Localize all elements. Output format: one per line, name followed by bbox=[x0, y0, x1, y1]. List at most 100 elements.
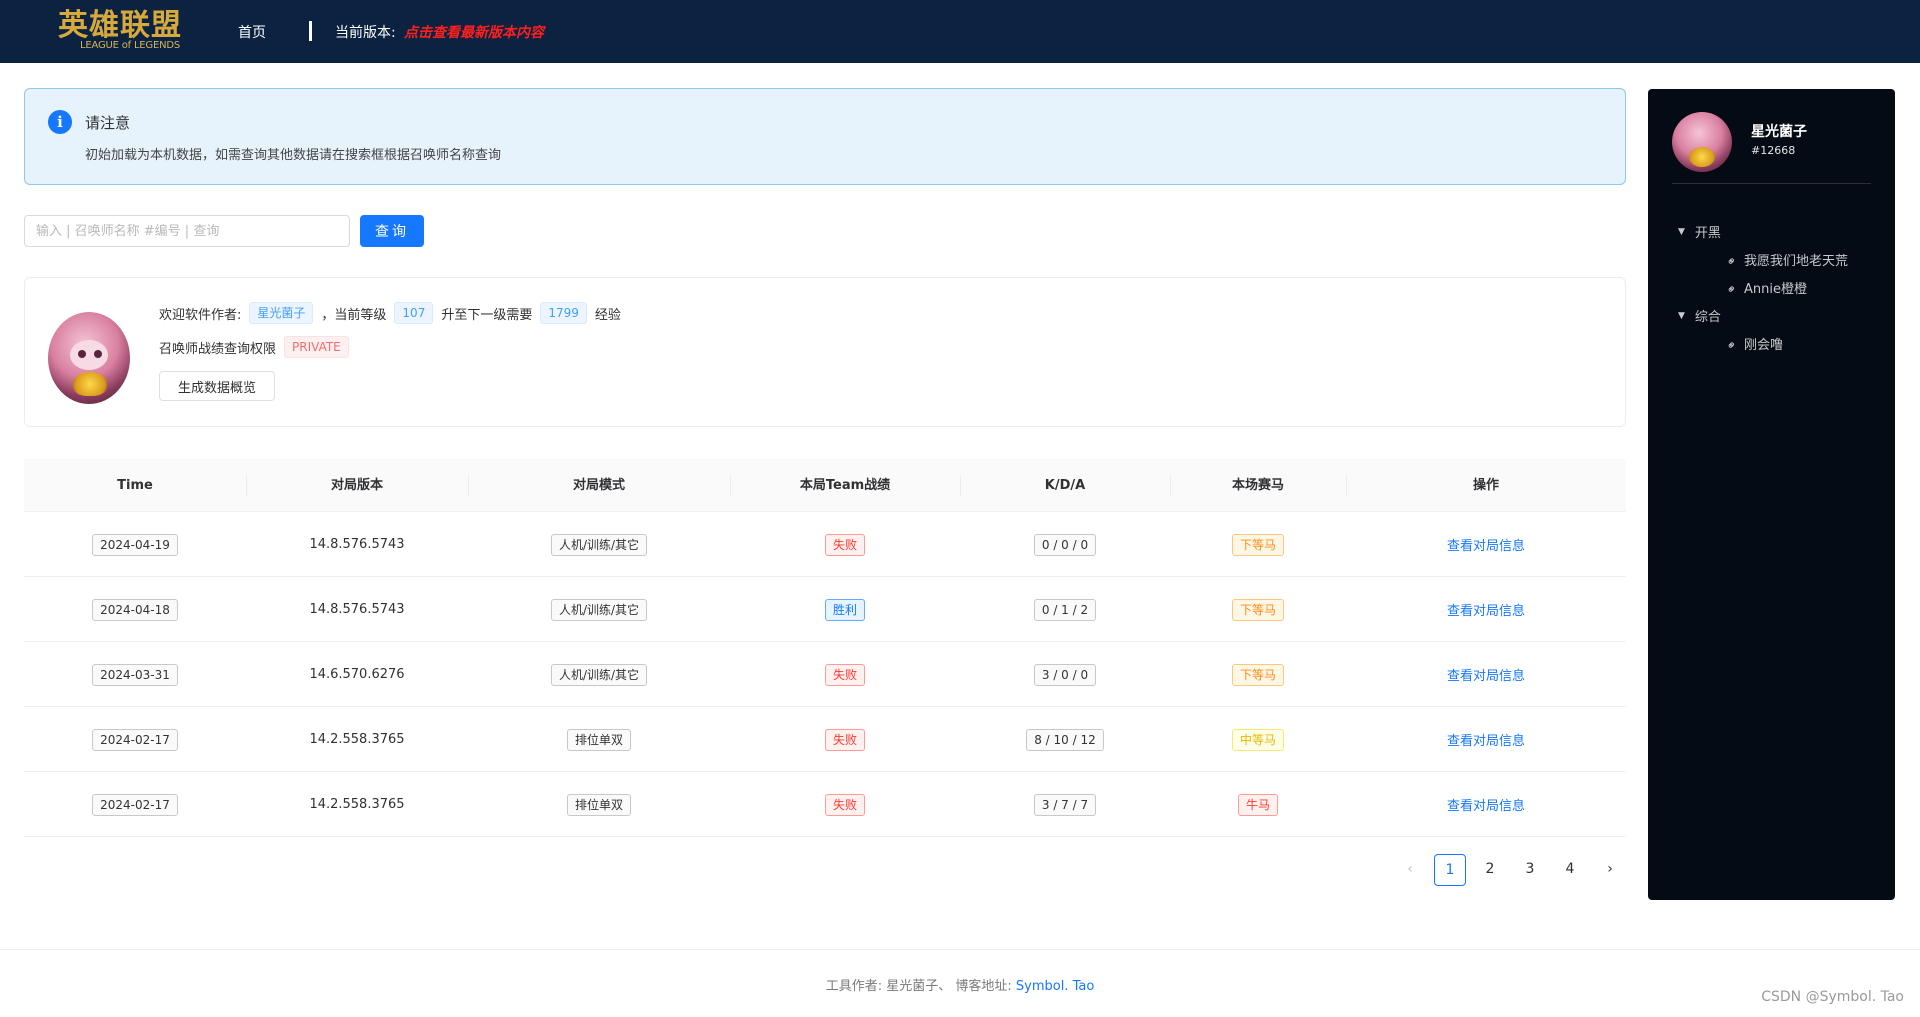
match-kda: 3 / 0 / 0 bbox=[1033, 663, 1097, 686]
match-result: 失败 bbox=[824, 533, 865, 556]
page-2[interactable]: 2 bbox=[1474, 854, 1506, 886]
sidebar-divider bbox=[1672, 183, 1871, 184]
generate-overview-button[interactable]: 生成数据概览 bbox=[159, 371, 275, 401]
table-row: 2024-03-31 14.6.570.6276 人机/训练/其它 失败 3 / 0 /… bbox=[24, 642, 1626, 707]
match-result: 胜利 bbox=[824, 598, 865, 621]
match-mode-cell: 排位单双 bbox=[468, 772, 730, 837]
blog-link[interactable]: Symbol. Tao bbox=[1016, 979, 1094, 994]
link-icon: ⚭ bbox=[1723, 280, 1741, 298]
match-time: 2024-03-31 bbox=[92, 663, 178, 686]
match-mode-cell: 人机/训练/其它 bbox=[468, 512, 730, 577]
table-row: 2024-04-19 14.8.576.5743 人机/训练/其它 失败 0 / 0 /… bbox=[24, 512, 1626, 577]
match-horse: 下等马 bbox=[1231, 533, 1284, 556]
summoner-avatar bbox=[48, 312, 130, 404]
link-icon: ⚭ bbox=[1723, 252, 1741, 270]
page-1[interactable]: 1 bbox=[1434, 854, 1466, 886]
match-kda: 3 / 7 / 7 bbox=[1033, 793, 1097, 816]
privacy-label: 召唤师战绩查询权限 bbox=[159, 341, 277, 357]
table-row: 2024-04-18 14.8.576.5743 人机/训练/其它 胜利 0 / 1 /… bbox=[24, 577, 1626, 642]
match-kda: 8 / 10 / 12 bbox=[1026, 728, 1104, 751]
nav-divider bbox=[309, 21, 312, 41]
match-kda-cell: 3 / 7 / 7 bbox=[960, 772, 1170, 837]
next-page-button[interactable]: › bbox=[1594, 854, 1626, 886]
page-3[interactable]: 3 bbox=[1514, 854, 1546, 886]
match-kda-cell: 0 / 1 / 2 bbox=[960, 577, 1170, 642]
match-version-cell: 14.8.576.5743 bbox=[246, 512, 468, 577]
match-version: 14.6.570.6276 bbox=[309, 667, 405, 682]
nav-home-link[interactable]: 首页 bbox=[238, 22, 266, 42]
version-label: 当前版本: bbox=[335, 25, 396, 41]
info-icon: i bbox=[48, 110, 72, 134]
match-time: 2024-02-17 bbox=[92, 728, 178, 751]
match-horse-cell: 下等马 bbox=[1170, 642, 1346, 707]
match-version: 14.2.558.3765 bbox=[309, 797, 405, 812]
group-label: 综合 bbox=[1694, 310, 1721, 325]
friend-item[interactable]: ⚭ 我愿我们地老天荒 bbox=[1723, 250, 1849, 270]
logo-text: 英雄联盟 bbox=[58, 8, 182, 43]
match-kda-cell: 8 / 10 / 12 bbox=[960, 707, 1170, 772]
table-row: 2024-02-17 14.2.558.3765 排位单双 失败 8 / 10 / 12… bbox=[24, 707, 1626, 772]
friend-name: 刚会噜 bbox=[1744, 338, 1784, 353]
match-result-cell: 失败 bbox=[730, 512, 960, 577]
view-match-link[interactable]: 查看对局信息 bbox=[1447, 665, 1525, 684]
sidebar-user-tag: #12668 bbox=[1751, 144, 1796, 157]
match-time-cell: 2024-04-18 bbox=[24, 577, 246, 642]
match-horse-cell: 牛马 bbox=[1170, 772, 1346, 837]
friend-name: 我愿我们地老天荒 bbox=[1744, 254, 1849, 269]
match-result: 失败 bbox=[824, 663, 865, 686]
prev-page-button[interactable]: ‹ bbox=[1394, 854, 1426, 886]
match-time: 2024-02-17 bbox=[92, 793, 178, 816]
group-zonghe[interactable]: ▼ 综合 bbox=[1678, 306, 1721, 325]
match-version: 14.8.576.5743 bbox=[309, 537, 405, 552]
view-match-link[interactable]: 查看对局信息 bbox=[1447, 730, 1525, 749]
match-kda: 0 / 1 / 2 bbox=[1033, 598, 1097, 621]
sidebar-avatar bbox=[1672, 112, 1732, 172]
match-version-cell: 14.2.558.3765 bbox=[246, 772, 468, 837]
privacy-tag: PRIVATE bbox=[284, 336, 349, 358]
view-match-link-cell: 查看对局信息 bbox=[1346, 772, 1626, 837]
match-time: 2024-04-18 bbox=[92, 598, 178, 621]
match-version: 14.2.558.3765 bbox=[309, 732, 405, 747]
view-match-link-cell: 查看对局信息 bbox=[1346, 707, 1626, 772]
view-match-link[interactable]: 查看对局信息 bbox=[1447, 535, 1525, 554]
alert-description: 初始加载为本机数据，如需查询其他数据请在搜索框根据召唤师名称查询 bbox=[85, 148, 502, 163]
watermark: CSDN @Symbol. Tao bbox=[1761, 989, 1904, 1005]
view-match-link[interactable]: 查看对局信息 bbox=[1447, 795, 1525, 814]
search-button[interactable]: 查询 bbox=[360, 215, 424, 247]
view-match-link[interactable]: 查看对局信息 bbox=[1447, 600, 1525, 619]
col-mode: 对局模式 bbox=[572, 478, 625, 493]
notice-alert bbox=[24, 88, 1626, 185]
top-header: 英雄联盟 LEAGUE of LEGENDS 首页 当前版本: 点击查看最新版本… bbox=[0, 0, 1920, 63]
match-horse-cell: 下等马 bbox=[1170, 577, 1346, 642]
footer: 工具作者: 星光菌子、 博客地址: Symbol. Tao bbox=[0, 975, 1920, 994]
welcome-label: 欢迎软件作者: bbox=[159, 307, 242, 323]
page-4[interactable]: 4 bbox=[1554, 854, 1586, 886]
col-result: 本局Team战绩 bbox=[799, 478, 891, 493]
col-time: Time bbox=[117, 478, 153, 493]
profile-summary: 欢迎软件作者: 星光菌子 ，当前等级 107 升至下一级需要 1799 经验 bbox=[159, 301, 621, 325]
alert-title: 请注意 bbox=[85, 114, 131, 132]
match-mode: 排位单双 bbox=[566, 793, 631, 816]
match-mode: 人机/训练/其它 bbox=[550, 598, 648, 621]
view-match-link-cell: 查看对局信息 bbox=[1346, 512, 1626, 577]
latest-version-link[interactable]: 点击查看最新版本内容 bbox=[404, 22, 544, 42]
match-version: 14.8.576.5743 bbox=[309, 602, 405, 617]
level-label: ，当前等级 bbox=[321, 307, 387, 323]
col-kda: K/D/A bbox=[1044, 478, 1086, 493]
match-horse-cell: 下等马 bbox=[1170, 512, 1346, 577]
match-horse: 中等马 bbox=[1231, 728, 1284, 751]
match-time-cell: 2024-04-19 bbox=[24, 512, 246, 577]
friend-item[interactable]: ⚭ 刚会噜 bbox=[1723, 334, 1784, 353]
group-kaihei[interactable]: ▼ 开黑 bbox=[1678, 222, 1721, 241]
match-mode-cell: 排位单双 bbox=[468, 707, 730, 772]
footer-divider bbox=[0, 949, 1920, 950]
summoner-search-input[interactable] bbox=[24, 215, 350, 247]
friend-item[interactable]: ⚭ Annie橙橙 bbox=[1723, 278, 1807, 298]
game-logo[interactable]: 英雄联盟 LEAGUE of LEGENDS bbox=[58, 8, 204, 54]
match-version-cell: 14.2.558.3765 bbox=[246, 707, 468, 772]
col-version: 对局版本 bbox=[330, 478, 383, 493]
match-result-cell: 失败 bbox=[730, 707, 960, 772]
match-horse: 下等马 bbox=[1231, 663, 1284, 686]
level-tag: 107 bbox=[394, 302, 434, 324]
exp-suffix: 经验 bbox=[594, 307, 621, 323]
